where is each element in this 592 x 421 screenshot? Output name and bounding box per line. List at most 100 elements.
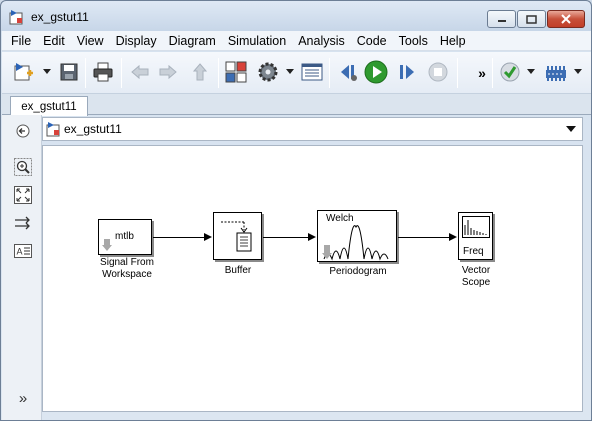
build-button[interactable] [544, 61, 568, 85]
gear-icon [257, 61, 279, 86]
model-advisor-button[interactable] [498, 61, 522, 85]
back-circle-icon [16, 124, 30, 141]
spectrum-scope-icon [462, 216, 490, 241]
block-text: Welch [326, 213, 354, 224]
print-button[interactable] [91, 61, 115, 85]
block-text: mtlb [115, 231, 134, 242]
signal-line[interactable] [153, 237, 205, 238]
simulink-model-icon [46, 121, 62, 137]
model-config-dropdown[interactable] [286, 69, 294, 74]
menu-view[interactable]: View [71, 31, 110, 51]
menu-file[interactable]: File [5, 31, 37, 51]
model-path: ex_gstut11 [64, 122, 122, 136]
menu-diagram[interactable]: Diagram [163, 31, 222, 51]
step-forward-button[interactable] [395, 61, 419, 85]
fit-to-view-button[interactable] [14, 185, 32, 207]
new-model-button[interactable] [12, 61, 36, 85]
svg-text:A: A [17, 246, 23, 256]
new-model-dropdown[interactable] [43, 69, 51, 74]
text-annotation-icon: A [14, 243, 32, 262]
toolbar-overflow-button[interactable]: » [470, 61, 494, 85]
zoom-button[interactable] [14, 157, 32, 179]
signal-arrowhead [449, 233, 457, 241]
block-text: Freq [463, 246, 484, 257]
block-label: Periodogram [329, 266, 387, 277]
model-tab-strip: ex_gstut11 [2, 94, 591, 116]
model-advisor-dropdown[interactable] [527, 69, 535, 74]
new-model-icon [13, 61, 35, 86]
up-button[interactable] [188, 61, 212, 85]
palette-expand-button[interactable]: » [14, 389, 32, 407]
block-label-line: Vector [461, 265, 491, 276]
save-icon [59, 62, 79, 85]
arrows-right-icon [14, 215, 32, 234]
vector-scope-block[interactable]: Freq [458, 212, 493, 260]
block-label: Buffer [224, 265, 252, 276]
close-button[interactable] [547, 10, 585, 28]
toolbar: » [2, 52, 591, 94]
forward-button[interactable] [156, 61, 180, 85]
play-icon [364, 60, 388, 87]
toolbar-separator [329, 58, 330, 88]
maximize-button[interactable] [517, 10, 546, 28]
block-label-line: Signal From [100, 257, 154, 268]
signal-arrowhead [308, 233, 316, 241]
block-label: Signal From Workspace [91, 257, 163, 281]
model-address-bar[interactable]: ex_gstut11 [42, 117, 583, 141]
menu-edit[interactable]: Edit [37, 31, 71, 51]
toolbar-separator [492, 58, 493, 88]
block-label-line: Scope [461, 277, 491, 288]
stop-button[interactable] [426, 61, 450, 85]
title-bar: ex_gstut11 [1, 1, 591, 31]
arrow-up-icon [192, 62, 208, 85]
periodogram-block[interactable]: Welch [317, 210, 397, 262]
toolbar-separator [457, 58, 458, 88]
buffer-block[interactable] [213, 212, 262, 260]
zoom-in-icon [14, 157, 32, 179]
signal-from-workspace-block[interactable]: mtlb [98, 219, 152, 255]
route-lines-button[interactable] [14, 215, 32, 233]
left-palette: A » [2, 115, 42, 420]
signal-line[interactable] [398, 237, 450, 238]
back-button[interactable] [128, 61, 152, 85]
menu-analysis[interactable]: Analysis [292, 31, 351, 51]
menu-code[interactable]: Code [351, 31, 393, 51]
stop-icon [427, 61, 449, 86]
library-browser-icon [225, 61, 247, 86]
toolbar-separator [218, 58, 219, 88]
fit-view-icon [14, 185, 32, 207]
menu-tools[interactable]: Tools [393, 31, 434, 51]
signal-line[interactable] [263, 237, 309, 238]
menu-help[interactable]: Help [434, 31, 472, 51]
arrow-left-icon [130, 64, 150, 83]
annotation-button[interactable]: A [14, 243, 32, 261]
spectrum-icon [320, 225, 396, 264]
buffer-icon [220, 217, 256, 258]
build-dropdown[interactable] [574, 69, 582, 74]
step-forward-icon [396, 62, 418, 85]
model-explorer-icon [301, 62, 323, 85]
checkmark-icon [499, 61, 521, 86]
block-label: Vector Scope [451, 265, 501, 289]
step-back-button[interactable] [336, 61, 360, 85]
menu-display[interactable]: Display [110, 31, 163, 51]
tab-ex-gstut11[interactable]: ex_gstut11 [10, 96, 88, 116]
step-back-icon [337, 62, 359, 85]
save-button[interactable] [57, 61, 81, 85]
run-button[interactable] [364, 60, 388, 87]
build-icon [545, 62, 567, 85]
simulink-window: ex_gstut11 File Edit View Display Diagra… [0, 0, 592, 421]
simulink-model-icon [9, 9, 25, 25]
menu-simulation[interactable]: Simulation [222, 31, 292, 51]
library-browser-button[interactable] [224, 61, 248, 85]
model-config-button[interactable] [256, 61, 280, 85]
minimize-button[interactable] [487, 10, 516, 28]
chevron-down-icon[interactable] [566, 126, 576, 132]
hide-browser-button[interactable] [14, 123, 32, 141]
signal-arrowhead [204, 233, 212, 241]
model-explorer-button[interactable] [300, 61, 324, 85]
menu-bar: File Edit View Display Diagram Simulatio… [2, 31, 591, 51]
block-label-line: Workspace [102, 269, 152, 280]
toolbar-separator [121, 58, 122, 88]
model-canvas[interactable]: mtlb Signal From Workspace Buffer Welch … [42, 145, 583, 412]
